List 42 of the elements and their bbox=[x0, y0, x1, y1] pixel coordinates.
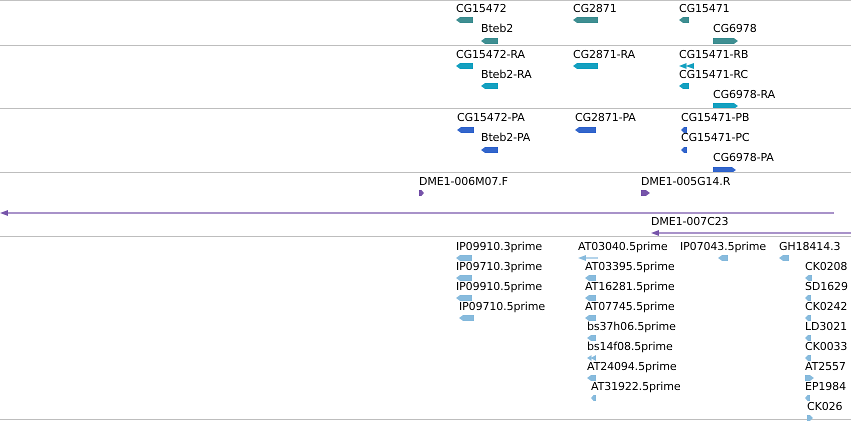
feature-label: CG15472-PA bbox=[457, 111, 525, 125]
feature-label: CG15471-RC bbox=[679, 68, 748, 82]
feature-label: CG6978-PA bbox=[713, 151, 774, 165]
feature-label: AT24094.5prime bbox=[587, 360, 677, 374]
feature-label: bs37h06.5prime bbox=[587, 320, 676, 334]
feature-label: DME1-005G14.R bbox=[641, 175, 730, 189]
feature-label: AT31922.5prime bbox=[591, 380, 681, 394]
feature-label: CK026 bbox=[807, 400, 842, 414]
feature-label: EP1984 bbox=[805, 380, 846, 394]
feature-label: SD1629 bbox=[805, 280, 848, 294]
feature-label: IP09910.3prime bbox=[456, 240, 542, 254]
feature-label: CG2871-RA bbox=[573, 48, 635, 62]
feature-label: AT07745.5prime bbox=[585, 300, 675, 314]
feature-label: Bteb2 bbox=[481, 22, 514, 36]
feature-label: CK0033 bbox=[805, 340, 848, 354]
feature-label: AT03040.5prime bbox=[578, 240, 668, 254]
feature-label: IP09710.5prime bbox=[459, 300, 546, 314]
feature-label: DME1-007C23 bbox=[651, 215, 728, 229]
feature-label: IP09710.3prime bbox=[456, 260, 542, 274]
feature-label: AT03395.5prime bbox=[585, 260, 675, 274]
feature-label: CG15471-RB bbox=[679, 48, 748, 62]
feature-label: CG2871-PA bbox=[575, 111, 636, 125]
feature-label: AT2557 bbox=[805, 360, 846, 374]
feature-label: CG15471-PB bbox=[681, 111, 750, 125]
feature-label: CK0208 bbox=[805, 260, 848, 274]
feature-label: LD3021 bbox=[805, 320, 847, 334]
feature-label: Bteb2-RA bbox=[481, 68, 532, 82]
feature-label: IP07043.5prime bbox=[680, 240, 766, 254]
feature-label: CG6978-RA bbox=[713, 88, 775, 102]
feature-label: DME1-006M07.F bbox=[419, 175, 508, 189]
feature-label: CG6978 bbox=[713, 22, 757, 36]
feature-label: CG15472-RA bbox=[456, 48, 525, 62]
feature-label: CG15471 bbox=[679, 2, 730, 16]
feature-label: CG15471-PC bbox=[681, 131, 750, 145]
feature-label: GH18414.3 bbox=[779, 240, 840, 254]
feature-label: CK0242 bbox=[805, 300, 848, 314]
feature-label: CG2871 bbox=[573, 2, 617, 16]
feature-label: bs14f08.5prime bbox=[587, 340, 673, 354]
feature-label: CG15472 bbox=[456, 2, 506, 16]
feature-label: IP09910.5prime bbox=[456, 280, 542, 294]
feature-label: Bteb2-PA bbox=[481, 131, 530, 145]
feature-label: AT16281.5prime bbox=[585, 280, 675, 294]
